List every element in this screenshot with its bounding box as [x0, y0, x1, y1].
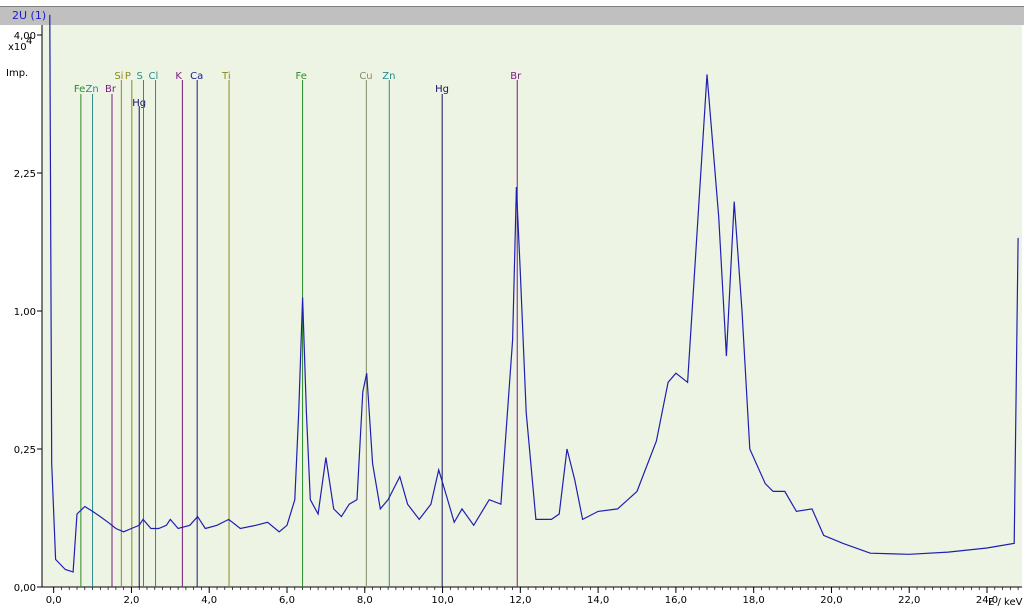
x-axis-label: E / keV — [988, 597, 1023, 606]
x-tick-label: 16,0 — [665, 595, 687, 606]
element-label-fe: Fe — [74, 84, 85, 95]
element-label-br: Br — [510, 71, 522, 82]
element-label-k: K — [175, 71, 182, 82]
y-multiplier-label: x10 — [8, 42, 27, 53]
y-tick-label: 0,25 — [14, 445, 36, 456]
x-tick-label: 18,0 — [743, 595, 765, 606]
x-tick-label: 8,0 — [357, 595, 373, 606]
x-tick-label: 6,0 — [279, 595, 295, 606]
element-label-hg: Hg — [132, 98, 146, 109]
y-tick-label: 1,00 — [14, 307, 36, 318]
element-label-ca: Ca — [190, 71, 203, 82]
x-tick-label: 0,0 — [46, 595, 62, 606]
x-tick-label: 10,0 — [431, 595, 453, 606]
element-label-si: Si — [114, 71, 123, 82]
x-tick-label: 20,0 — [820, 595, 842, 606]
element-label-fe: Fe — [296, 71, 307, 82]
y-exponent-label: 4 — [26, 36, 32, 47]
element-label-zn: Zn — [382, 71, 395, 82]
element-label-hg: Hg — [435, 84, 449, 95]
element-label-p: P — [125, 71, 131, 82]
spectrum-chart: Fe Zn BrSi PHgS Cl K Ca Ti Fe Cu ZnHgBr0,0 2,0 4,0 6,… — [6, 14, 1023, 606]
x-tick-label: 4,0 — [201, 595, 217, 606]
element-label-ti: Ti — [221, 71, 231, 82]
x-tick-label: 2,0 — [123, 595, 139, 606]
plot-area — [42, 25, 1022, 587]
y-tick-label: 2,25 — [14, 169, 36, 180]
y-tick-label: 0,00 — [14, 583, 36, 594]
x-tick-label: 12,0 — [509, 595, 531, 606]
element-label-br: Br — [105, 84, 117, 95]
element-label-zn: Zn — [86, 84, 99, 95]
element-label-cu: Cu — [359, 71, 372, 82]
element-label-s: S — [137, 71, 143, 82]
x-tick-label: 14,0 — [587, 595, 609, 606]
element-label-cl: Cl — [149, 71, 159, 82]
y-axis-label: Imp. — [6, 68, 28, 79]
y-tick-label: 4,00 — [14, 31, 36, 42]
x-tick-label: 22,0 — [898, 595, 920, 606]
